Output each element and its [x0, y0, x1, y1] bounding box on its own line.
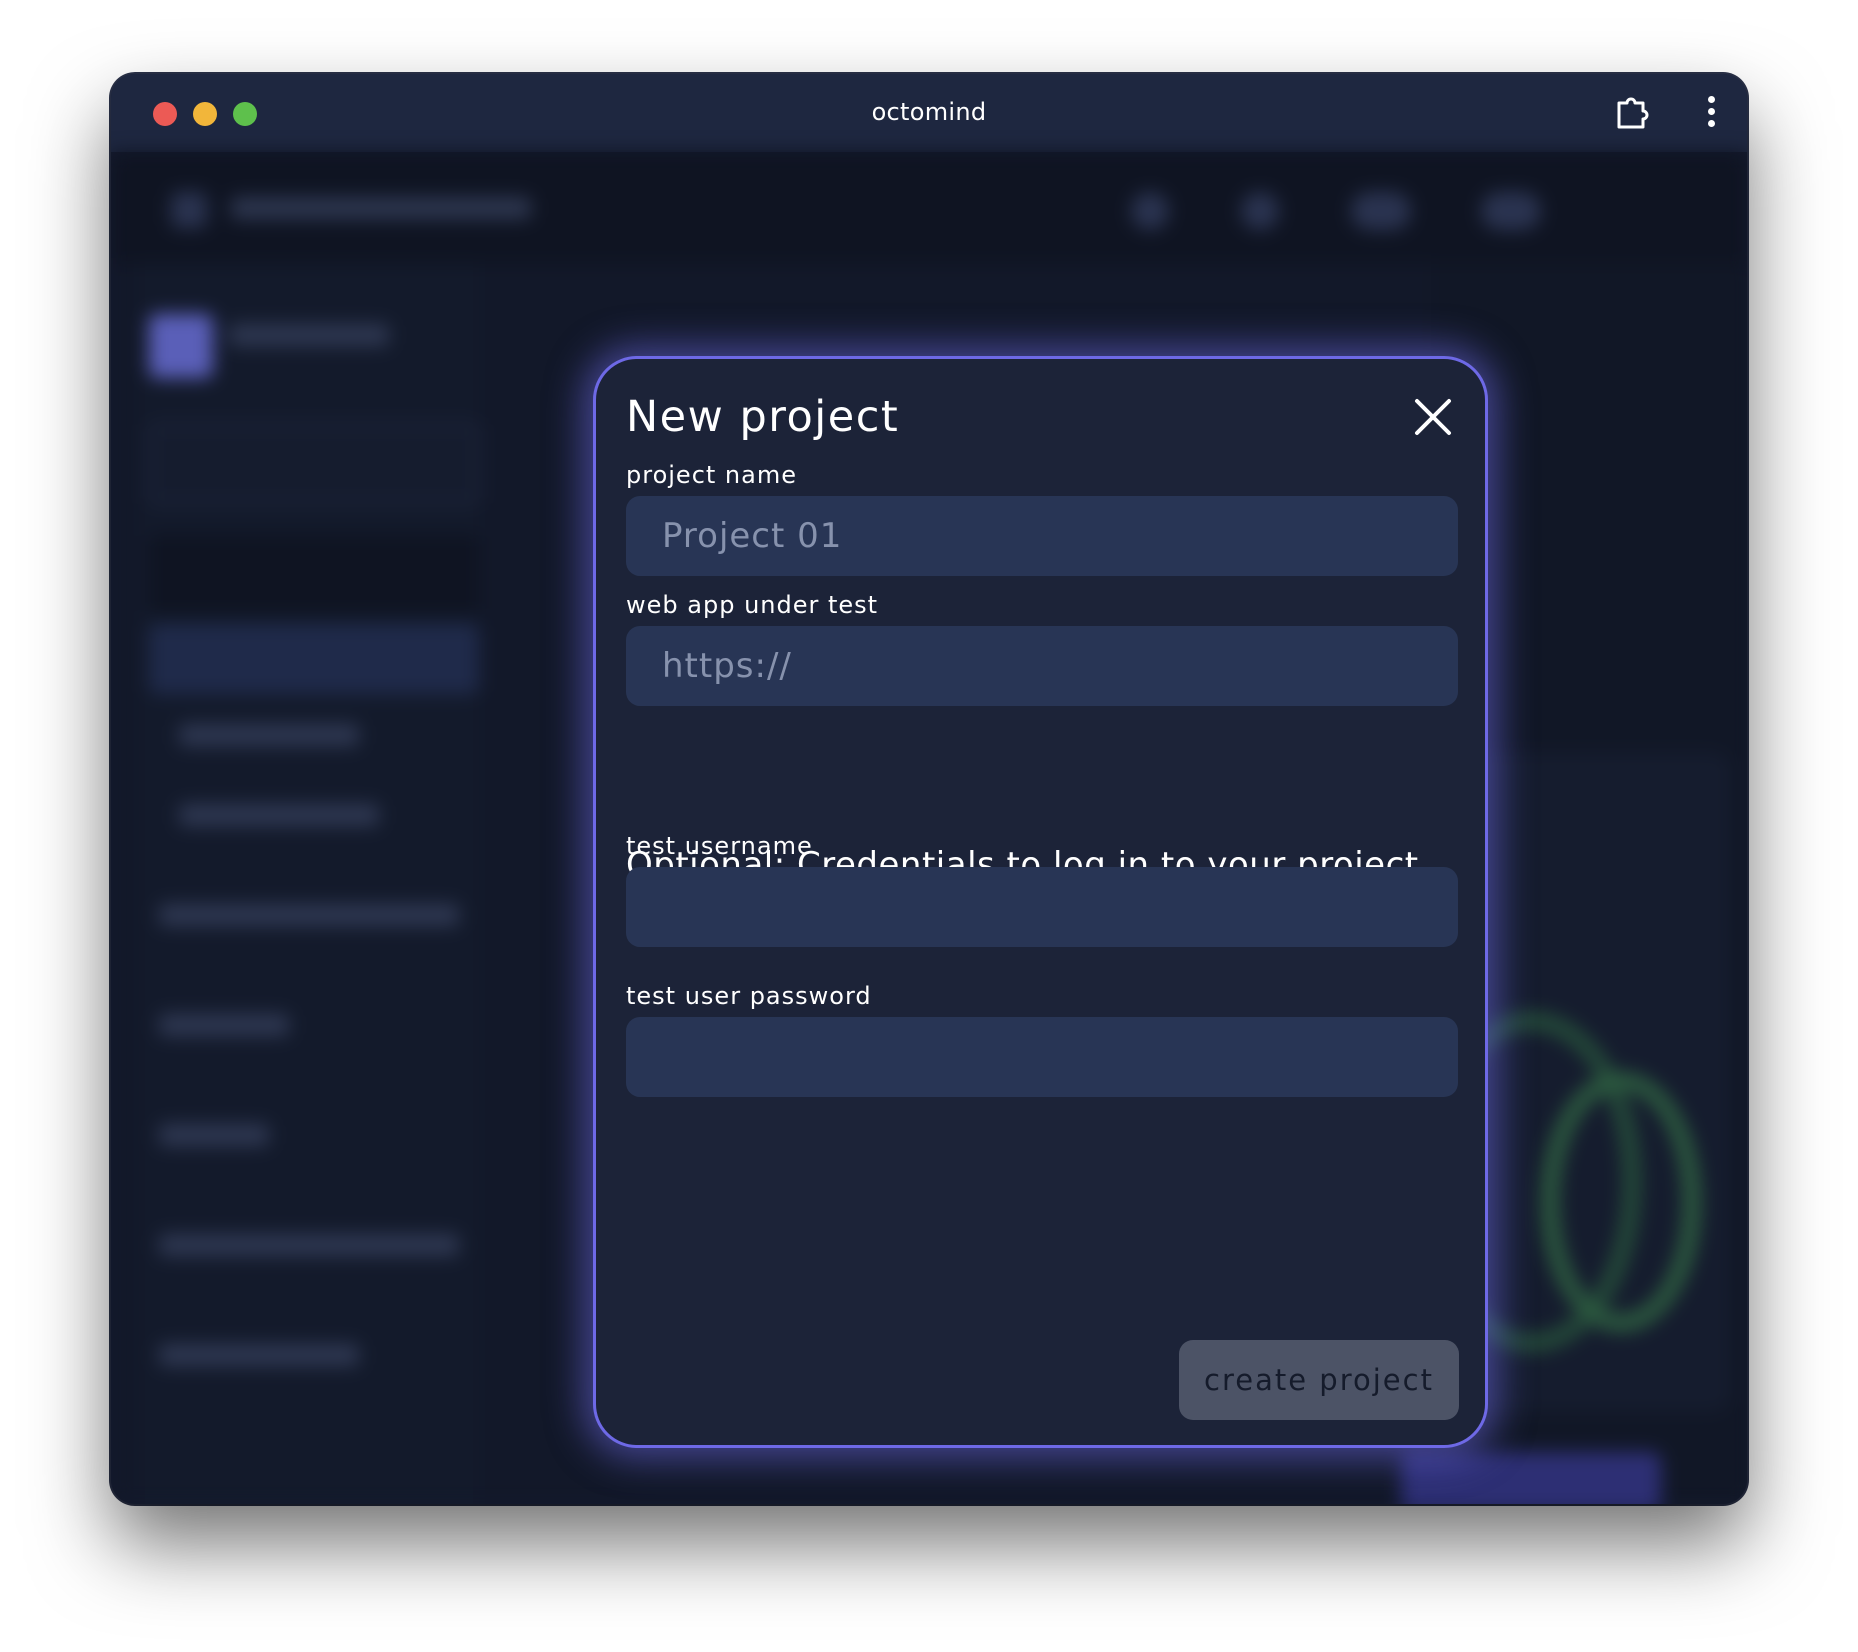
background-text [159, 1014, 289, 1036]
background-text [159, 1124, 269, 1146]
app-window: octomind New project project name Projec… [111, 74, 1747, 1504]
background-nav-item [149, 624, 479, 694]
new-project-dialog: New project project name web app under t… [593, 356, 1488, 1448]
background-text [159, 904, 459, 926]
puzzle-extension-icon[interactable] [1613, 94, 1651, 132]
background-avatar [149, 314, 213, 378]
project-name-input[interactable] [626, 496, 1458, 576]
background-text [179, 804, 379, 826]
background-sidebar [139, 264, 479, 1504]
background-text [229, 324, 389, 346]
window-titlebar: octomind [111, 74, 1747, 152]
close-icon [1415, 399, 1451, 435]
close-dialog-button[interactable] [1411, 395, 1455, 439]
background-button [1401, 1452, 1661, 1504]
background-icon [1241, 192, 1279, 230]
dialog-title: New project [626, 392, 900, 442]
background-avatar [1481, 192, 1541, 230]
test-password-label: test user password [626, 982, 872, 1010]
background-icon [1131, 192, 1169, 230]
test-password-input[interactable] [626, 1017, 1458, 1097]
kebab-menu-icon[interactable] [1705, 96, 1717, 130]
background-text [179, 724, 359, 746]
background-illustration [1541, 1072, 1701, 1332]
create-project-button[interactable]: create project [1179, 1340, 1459, 1420]
test-username-input[interactable] [626, 867, 1458, 947]
background-text [159, 1234, 459, 1256]
background-text [159, 1344, 359, 1366]
background-header [111, 152, 1747, 264]
window-title: octomind [871, 98, 987, 126]
project-name-label: project name [626, 461, 797, 489]
background-breadcrumb [231, 197, 531, 219]
background-icon [1351, 192, 1411, 230]
background-menu-icon [171, 192, 207, 228]
test-username-label: test username [626, 832, 813, 860]
web-app-label: web app under test [626, 591, 879, 619]
background-section [149, 534, 479, 614]
background-button [149, 424, 479, 504]
web-app-url-input[interactable] [626, 626, 1458, 706]
